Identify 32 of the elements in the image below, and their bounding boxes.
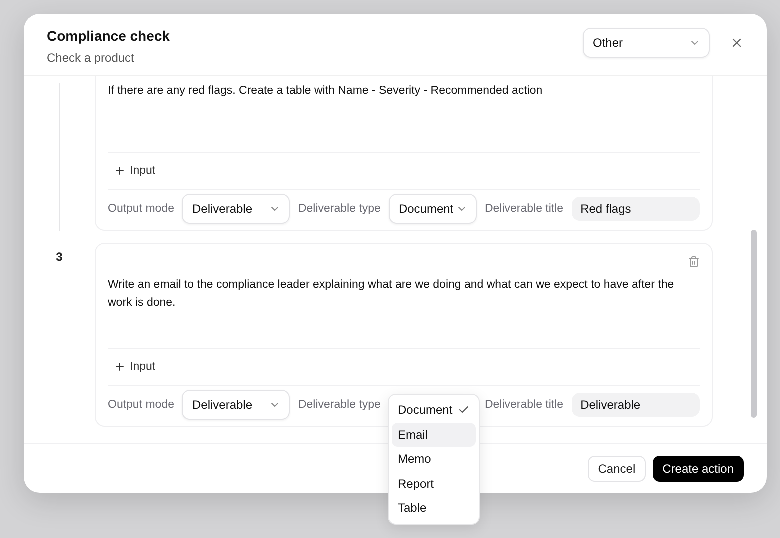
- output-mode-select[interactable]: Deliverable: [182, 194, 290, 224]
- field-label: Output mode: [108, 399, 174, 411]
- deliverable-title-field[interactable]: Deliverable: [572, 393, 700, 417]
- menu-item[interactable]: Email: [392, 422, 476, 447]
- deliverable-title-field[interactable]: Red flags: [572, 197, 700, 221]
- prompt-text: If there are any red flags. Create a table with Name - Severity - Recommended action: [108, 84, 544, 99]
- prompt-text: Write an email to the compliance leader explaining what are we doing and what can we expect to have after the work is done.: [108, 278, 676, 311]
- menu-item[interactable]: Report: [392, 472, 476, 496]
- scrollbar[interactable]: [751, 230, 757, 418]
- create-action-button[interactable]: Create action: [652, 456, 744, 482]
- output-mode-select[interactable]: Deliverable: [182, 390, 290, 420]
- field-label: Deliverable title: [484, 399, 564, 411]
- plus-icon: [114, 165, 126, 177]
- menu-item[interactable]: Table: [392, 496, 476, 520]
- menu-item[interactable]: Document: [392, 398, 476, 422]
- category-select[interactable]: Other: [583, 28, 710, 58]
- dialog-title: Compliance check: [47, 28, 170, 44]
- add-input-button[interactable]: Input: [108, 153, 162, 189]
- field-label: Deliverable type: [298, 399, 381, 411]
- close-icon: [730, 36, 744, 50]
- close-button[interactable]: [730, 36, 744, 50]
- cancel-button[interactable]: Cancel: [588, 456, 646, 482]
- field-label: Deliverable type: [298, 203, 381, 215]
- plus-icon: [114, 361, 126, 373]
- menu-item[interactable]: Memo: [392, 447, 476, 472]
- dialog-subtitle: Check a product: [47, 51, 136, 65]
- field-label: Output mode: [108, 203, 174, 215]
- deliverable-type-select[interactable]: Document: [388, 194, 477, 224]
- trash-icon[interactable]: [688, 256, 700, 268]
- field-label: Deliverable title: [484, 203, 564, 215]
- add-input-button[interactable]: Input: [108, 349, 162, 385]
- step-number: 3: [56, 250, 63, 266]
